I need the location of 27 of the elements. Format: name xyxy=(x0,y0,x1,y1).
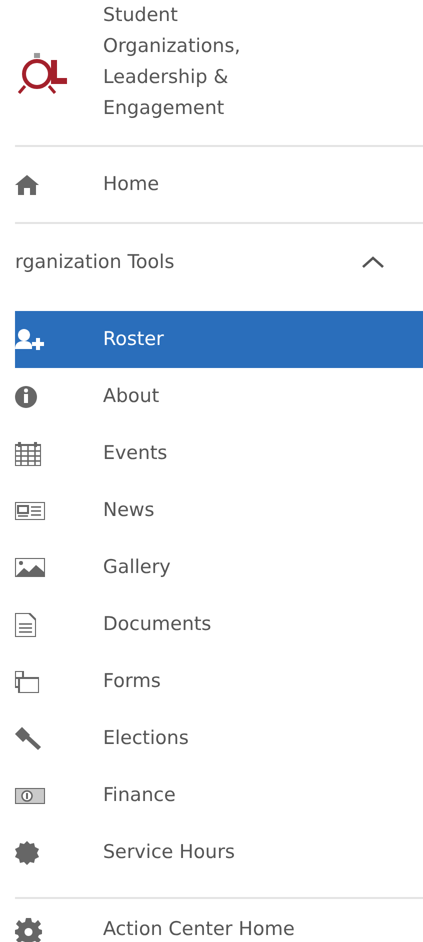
nav-link[interactable]: Gallery xyxy=(15,539,423,596)
settings-icon xyxy=(15,918,42,942)
home-icon xyxy=(15,174,39,194)
nav-link[interactable]: Finance xyxy=(15,767,423,824)
copy-icon xyxy=(15,670,39,692)
nav-link[interactable]: Service Hours xyxy=(15,824,423,881)
nav-link[interactable]: Forms xyxy=(15,653,423,710)
badge-icon xyxy=(15,840,39,864)
nav-link[interactable]: Home xyxy=(15,147,423,222)
calendar-icon xyxy=(15,442,41,466)
nav-link[interactable]: Documents xyxy=(15,596,423,653)
section-toggle[interactable]: rganization Tools xyxy=(15,224,423,300)
banknote-icon xyxy=(15,788,45,804)
info-icon xyxy=(15,386,37,408)
nav-link[interactable]: About xyxy=(15,368,423,425)
nav-link[interactable]: News xyxy=(15,482,423,539)
nav-link[interactable]: Roster xyxy=(15,311,423,368)
nav-link[interactable]: Action Center Home xyxy=(15,899,423,942)
nav-link[interactable]: Events xyxy=(15,425,423,482)
add-user-icon xyxy=(15,329,44,350)
newspaper-icon xyxy=(15,502,45,520)
gavel-icon xyxy=(15,727,41,750)
nav-link[interactable]: Elections xyxy=(15,710,423,767)
document-icon xyxy=(15,612,36,636)
image-icon xyxy=(15,558,45,577)
org-title: Student Organizations, Leadership & Engagement xyxy=(103,3,242,121)
chevron-icon xyxy=(360,254,386,270)
